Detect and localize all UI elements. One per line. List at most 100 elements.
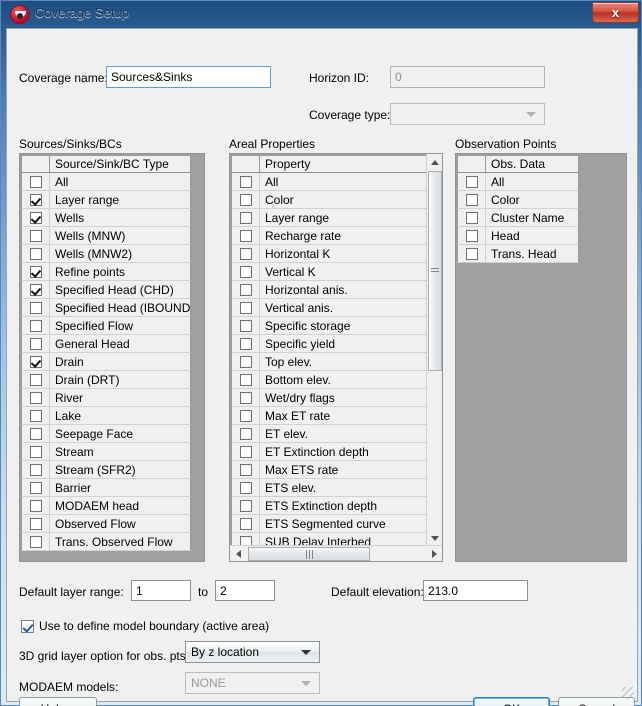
list-item[interactable]: Wells <box>21 209 191 227</box>
checkbox-unchecked-icon[interactable] <box>29 445 42 458</box>
layer-range-from-input[interactable]: 1 <box>131 580 191 601</box>
list-item[interactable]: Wells (MNW) <box>21 227 191 245</box>
checkbox-unchecked-icon[interactable] <box>29 373 42 386</box>
list-item-checkbox-cell[interactable] <box>232 227 260 244</box>
list-item[interactable]: MODAEM head <box>21 497 191 515</box>
list-item-checkbox-cell[interactable] <box>232 371 260 388</box>
list-item[interactable]: Vertical K <box>231 263 427 281</box>
checkbox-checked-icon[interactable] <box>29 211 42 224</box>
list-item-checkbox-cell[interactable] <box>22 497 50 514</box>
list-item-checkbox-cell[interactable] <box>232 335 260 352</box>
checkbox-unchecked-icon[interactable] <box>239 445 252 458</box>
list-item[interactable]: Max ET rate <box>231 407 427 425</box>
list-item-checkbox-cell[interactable] <box>232 497 260 514</box>
checkbox-checked-icon[interactable] <box>29 265 42 278</box>
checkbox-unchecked-icon[interactable] <box>239 355 252 368</box>
checkbox-unchecked-icon[interactable] <box>29 535 42 548</box>
list-item[interactable]: Color <box>457 191 579 209</box>
list-item[interactable]: Specified Head (IBOUND) <box>21 299 191 317</box>
list-item[interactable]: Specific storage <box>231 317 427 335</box>
list-item[interactable]: Specific yield <box>231 335 427 353</box>
list-item[interactable]: Drain <box>21 353 191 371</box>
list-item-checkbox-cell[interactable] <box>22 245 50 262</box>
scroll-up-button[interactable] <box>427 154 442 170</box>
checkbox-unchecked-icon[interactable] <box>239 265 252 278</box>
list-item-checkbox-cell[interactable] <box>232 407 260 424</box>
list-item[interactable]: ETS Segmented curve <box>231 515 427 533</box>
checkbox-unchecked-icon[interactable] <box>29 481 42 494</box>
list-item-checkbox-cell[interactable] <box>458 191 486 208</box>
list-item-checkbox-cell[interactable] <box>22 353 50 370</box>
list-item-checkbox-cell[interactable] <box>22 227 50 244</box>
checkbox-checked-icon[interactable] <box>29 355 42 368</box>
list-item[interactable]: Head <box>457 227 579 245</box>
list-item-checkbox-cell[interactable] <box>232 479 260 496</box>
list-item-checkbox-cell[interactable] <box>232 191 260 208</box>
list-item[interactable]: Lake <box>21 407 191 425</box>
scroll-down-button[interactable] <box>427 530 442 546</box>
checkbox-unchecked-icon[interactable] <box>239 481 252 494</box>
checkbox-unchecked-icon[interactable] <box>239 229 252 242</box>
checkbox-unchecked-icon[interactable] <box>29 247 42 260</box>
checkbox-unchecked-icon[interactable] <box>29 499 42 512</box>
checkbox-unchecked-icon[interactable] <box>465 175 478 188</box>
horizon-id-input[interactable]: 0 <box>390 66 545 88</box>
areal-list-panel[interactable]: Property All Color Layer range Recharge rate… <box>229 153 443 562</box>
areal-horizontal-scrollbar[interactable] <box>230 545 442 561</box>
checkbox-checked-icon[interactable] <box>29 193 42 206</box>
list-item[interactable]: ETS elev. <box>231 479 427 497</box>
list-item[interactable]: Recharge rate <box>231 227 427 245</box>
list-item[interactable]: All <box>457 173 579 191</box>
list-item[interactable]: Trans. Head <box>457 245 579 263</box>
list-item-checkbox-cell[interactable] <box>232 299 260 316</box>
list-item-checkbox-cell[interactable] <box>22 191 50 208</box>
list-item[interactable]: Cluster Name <box>457 209 579 227</box>
list-item-checkbox-cell[interactable] <box>22 209 50 226</box>
checkbox-unchecked-icon[interactable] <box>239 463 252 476</box>
list-item-checkbox-cell[interactable] <box>458 209 486 226</box>
list-item-checkbox-cell[interactable] <box>232 353 260 370</box>
ok-button[interactable]: OK <box>473 697 550 706</box>
list-item-checkbox-cell[interactable] <box>232 317 260 334</box>
checkbox-unchecked-icon[interactable] <box>29 427 42 440</box>
list-item[interactable]: Layer range <box>231 209 427 227</box>
close-icon[interactable]: x <box>592 2 639 23</box>
list-item-checkbox-cell[interactable] <box>22 173 50 190</box>
list-item-checkbox-cell[interactable] <box>458 245 486 262</box>
checkbox-unchecked-icon[interactable] <box>239 391 252 404</box>
checkbox-unchecked-icon[interactable] <box>465 211 478 224</box>
obs-list-panel[interactable]: Obs. Data All Color Cluster Name Head Trans. … <box>455 153 627 562</box>
list-item[interactable]: Stream (SFR2) <box>21 461 191 479</box>
list-item[interactable]: All <box>21 173 191 191</box>
list-item-checkbox-cell[interactable] <box>458 227 486 244</box>
list-item-checkbox-cell[interactable] <box>22 335 50 352</box>
list-item-checkbox-cell[interactable] <box>22 263 50 280</box>
list-item[interactable]: Bottom elev. <box>231 371 427 389</box>
list-item[interactable]: Specified Head (CHD) <box>21 281 191 299</box>
list-item-checkbox-cell[interactable] <box>22 389 50 406</box>
checkbox-unchecked-icon[interactable] <box>239 337 252 350</box>
list-item[interactable]: Observed Flow <box>21 515 191 533</box>
list-item[interactable]: Top elev. <box>231 353 427 371</box>
list-item-checkbox-cell[interactable] <box>22 443 50 460</box>
checkbox-unchecked-icon[interactable] <box>465 229 478 242</box>
list-item-checkbox-cell[interactable] <box>232 245 260 262</box>
list-item[interactable]: River <box>21 389 191 407</box>
checkbox-unchecked-icon[interactable] <box>29 301 42 314</box>
sources-list-panel[interactable]: Source/Sink/BC Type All Layer range Wells We… <box>19 153 205 562</box>
horizontal-scroll-thumb[interactable] <box>248 547 370 561</box>
list-item-checkbox-cell[interactable] <box>232 389 260 406</box>
checkbox-unchecked-icon[interactable] <box>29 391 42 404</box>
list-item-checkbox-cell[interactable] <box>232 443 260 460</box>
list-item-checkbox-cell[interactable] <box>22 317 50 334</box>
list-item[interactable]: ET elev. <box>231 425 427 443</box>
checkbox-unchecked-icon[interactable] <box>239 175 252 188</box>
checkbox-unchecked-icon[interactable] <box>29 337 42 350</box>
areal-vertical-scrollbar[interactable] <box>426 154 442 546</box>
list-item[interactable]: All <box>231 173 427 191</box>
vertical-scroll-thumb[interactable] <box>428 171 442 371</box>
default-elevation-input[interactable]: 213.0 <box>423 580 528 601</box>
list-item[interactable]: Vertical anis. <box>231 299 427 317</box>
list-item-checkbox-cell[interactable] <box>232 209 260 226</box>
layer-range-to-input[interactable]: 2 <box>215 580 275 601</box>
